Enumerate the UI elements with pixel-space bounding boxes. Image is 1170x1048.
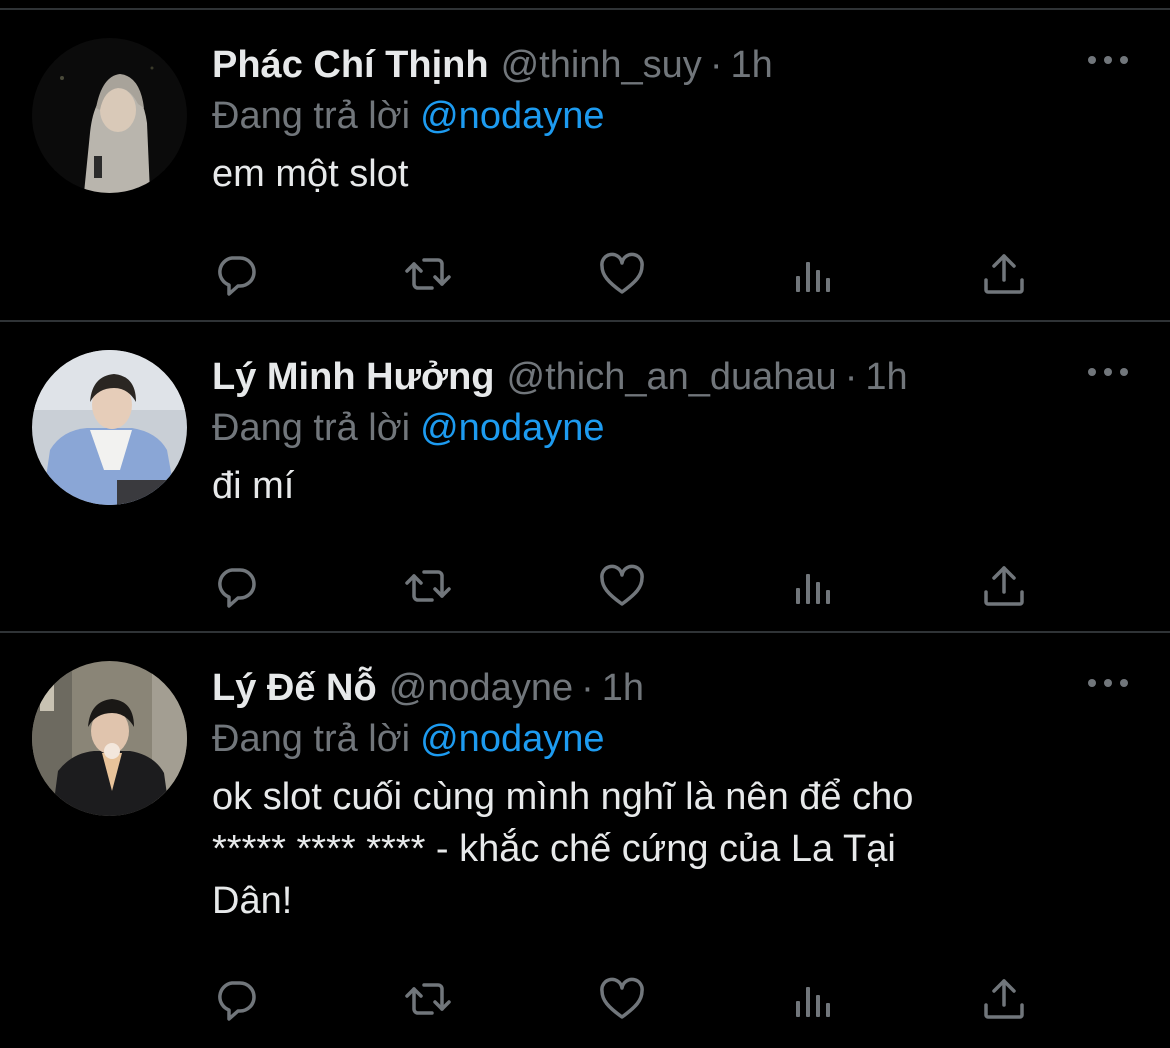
share-icon[interactable]: [980, 250, 1028, 298]
avatar-photo: [32, 350, 187, 505]
more-icon[interactable]: [1088, 673, 1128, 693]
reply-prefix: Đang trả lời: [212, 95, 411, 137]
stats-icon[interactable]: [790, 975, 838, 1023]
avatar[interactable]: [32, 350, 187, 505]
handle[interactable]: @nodayne: [389, 667, 573, 709]
like-icon[interactable]: [598, 975, 646, 1023]
like-icon[interactable]: [598, 562, 646, 610]
avatar-photo: [32, 661, 187, 816]
more-icon[interactable]: [1088, 362, 1128, 382]
handle[interactable]: @thinh_suy: [501, 44, 702, 86]
reply-icon[interactable]: [212, 562, 260, 610]
tweet-header: Lý Đế Nỗ @nodayne · 1h: [212, 663, 1072, 713]
tweet-text: ok slot cuối cùng mình nghĩ là nên để ch…: [212, 776, 914, 922]
handle[interactable]: @thich_an_duahau: [507, 356, 837, 398]
timestamp[interactable]: 1h: [730, 44, 772, 86]
share-icon[interactable]: [980, 975, 1028, 1023]
separator-dot: ·: [581, 667, 594, 709]
tweet-text: đi mí: [212, 465, 295, 507]
display-name[interactable]: Lý Đế Nỗ: [212, 667, 377, 709]
tweet-header: Lý Minh Hưởng @thich_an_duahau · 1h: [212, 352, 1072, 402]
reply-mention-link[interactable]: @nodayne: [420, 718, 604, 760]
share-icon[interactable]: [980, 562, 1028, 610]
tweet-content: Phác Chí Thịnh @thinh_suy · 1h Đang trả lời…: [212, 40, 1072, 200]
reply-prefix: Đang trả lời: [212, 718, 411, 760]
stats-icon[interactable]: [790, 562, 838, 610]
tweet[interactable]: Lý Đế Nỗ @nodayne · 1h Đang trả lời @nodayne…: [0, 633, 1170, 1048]
reply-context: Đang trả lời @nodayne: [212, 402, 1072, 454]
retweet-icon[interactable]: [404, 250, 452, 298]
tweet-actions: [212, 562, 1052, 610]
stats-icon[interactable]: [790, 250, 838, 298]
more-icon[interactable]: [1088, 50, 1128, 70]
tweet[interactable]: Phác Chí Thịnh @thinh_suy · 1h Đang trả lời…: [0, 10, 1170, 322]
like-icon[interactable]: [598, 250, 646, 298]
timestamp[interactable]: 1h: [602, 667, 644, 709]
avatar[interactable]: [32, 38, 187, 193]
separator-dot: ·: [709, 44, 723, 86]
reply-prefix: Đang trả lời: [212, 407, 411, 449]
retweet-icon[interactable]: [404, 975, 452, 1023]
reply-mention-link[interactable]: @nodayne: [420, 407, 604, 449]
tweet-content: Lý Đế Nỗ @nodayne · 1h Đang trả lời @nodayne…: [212, 663, 1072, 927]
timestamp[interactable]: 1h: [865, 356, 907, 398]
reply-context: Đang trả lời @nodayne: [212, 713, 1072, 765]
avatar[interactable]: [32, 661, 187, 816]
tweet-text: em một slot: [212, 153, 409, 195]
reply-icon[interactable]: [212, 975, 260, 1023]
tweet-actions: [212, 250, 1052, 298]
reply-mention-link[interactable]: @nodayne: [420, 95, 604, 137]
tweet-actions: [212, 975, 1052, 1023]
separator-dot: ·: [844, 356, 858, 398]
reply-icon[interactable]: [212, 250, 260, 298]
display-name[interactable]: Lý Minh Hưởng: [212, 356, 495, 398]
tweet-header: Phác Chí Thịnh @thinh_suy · 1h: [212, 40, 1072, 90]
display-name[interactable]: Phác Chí Thịnh: [212, 44, 489, 86]
tweet[interactable]: Lý Minh Hưởng @thich_an_duahau · 1h Đang tr…: [0, 322, 1170, 633]
retweet-icon[interactable]: [404, 562, 452, 610]
tweet-content: Lý Minh Hưởng @thich_an_duahau · 1h Đang tr…: [212, 352, 1072, 512]
reply-context: Đang trả lời @nodayne: [212, 90, 1072, 142]
avatar-photo: [32, 38, 187, 193]
